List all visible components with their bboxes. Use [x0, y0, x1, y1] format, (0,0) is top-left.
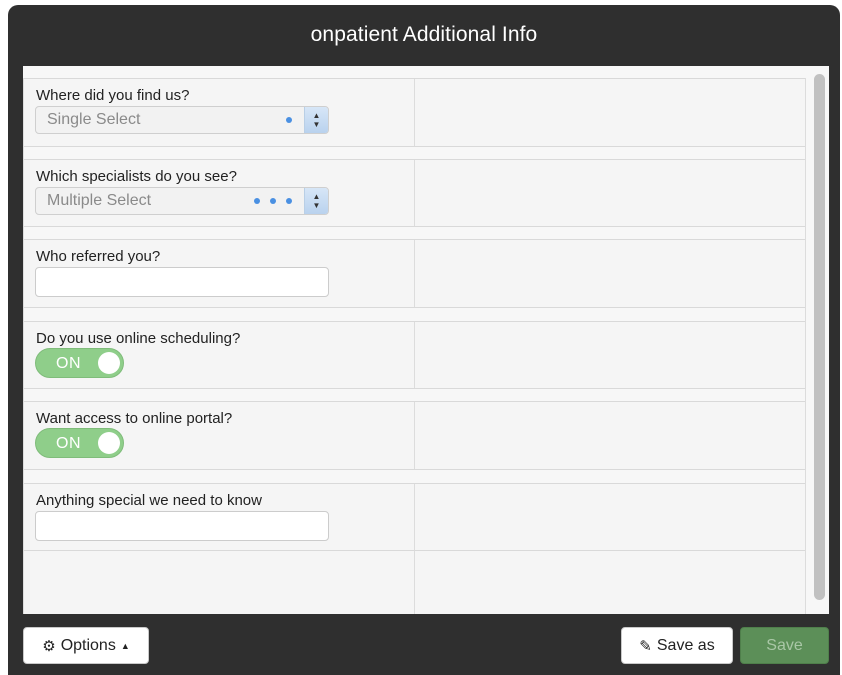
- form-row-specialists: Which specialists do you see? Multiple S…: [24, 159, 805, 227]
- save-button[interactable]: Save: [740, 627, 829, 664]
- specialists-label: Which specialists do you see?: [36, 168, 237, 185]
- options-label: Options: [60, 636, 116, 654]
- form-row-referred: Who referred you?: [24, 239, 805, 308]
- gear-icon: ⚙: [42, 637, 56, 655]
- caret-up-icon: ▲: [120, 640, 130, 651]
- portal-label: Want access to online portal?: [36, 410, 233, 427]
- form-grid: Where did you find us? Single Select ▲ ▼ …: [23, 78, 806, 614]
- form-row-empty: [24, 550, 805, 614]
- save-as-button[interactable]: ✎ Save as: [621, 627, 733, 664]
- specialists-select-value: Multiple Select: [47, 192, 152, 209]
- multi-dot-indicator: [254, 198, 292, 204]
- form-row-online-scheduling: Do you use online scheduling? ON: [24, 321, 805, 389]
- toggle-knob: [98, 352, 120, 374]
- select-arrows-icon[interactable]: ▲ ▼: [304, 188, 328, 214]
- referred-label: Who referred you?: [36, 248, 161, 265]
- find-us-label: Where did you find us?: [36, 87, 190, 104]
- form-content: Where did you find us? Single Select ▲ ▼ …: [23, 66, 829, 614]
- pencil-icon: ✎: [639, 637, 652, 655]
- find-us-select[interactable]: Single Select ▲ ▼: [35, 106, 329, 134]
- toggle-state-text: ON: [56, 435, 81, 452]
- form-row-find-us: Where did you find us? Single Select ▲ ▼: [24, 78, 805, 147]
- toggle-knob: [98, 432, 120, 454]
- options-button[interactable]: ⚙ Options ▲: [23, 627, 149, 664]
- scrollbar[interactable]: [811, 66, 829, 614]
- single-dot-indicator: [286, 117, 292, 123]
- specialists-select[interactable]: Multiple Select ▲ ▼: [35, 187, 329, 215]
- online-scheduling-label: Do you use online scheduling?: [36, 330, 241, 347]
- form-row-portal: Want access to online portal? ON: [24, 401, 805, 470]
- dialog-window: onpatient Additional Info Where did you …: [8, 5, 840, 675]
- portal-toggle[interactable]: ON: [35, 428, 124, 458]
- save-label: Save: [766, 636, 803, 654]
- online-scheduling-toggle[interactable]: ON: [35, 348, 124, 378]
- toggle-state-text: ON: [56, 355, 81, 372]
- special-input[interactable]: [35, 511, 329, 541]
- referred-input[interactable]: [35, 267, 329, 297]
- special-label: Anything special we need to know: [36, 492, 262, 509]
- select-arrows-icon[interactable]: ▲ ▼: [304, 107, 328, 133]
- save-as-label: Save as: [656, 636, 715, 654]
- scrollbar-thumb[interactable]: [814, 74, 825, 600]
- find-us-select-value: Single Select: [47, 111, 141, 128]
- form-row-special: Anything special we need to know: [24, 483, 805, 551]
- dialog-title: onpatient Additional Info: [310, 23, 538, 46]
